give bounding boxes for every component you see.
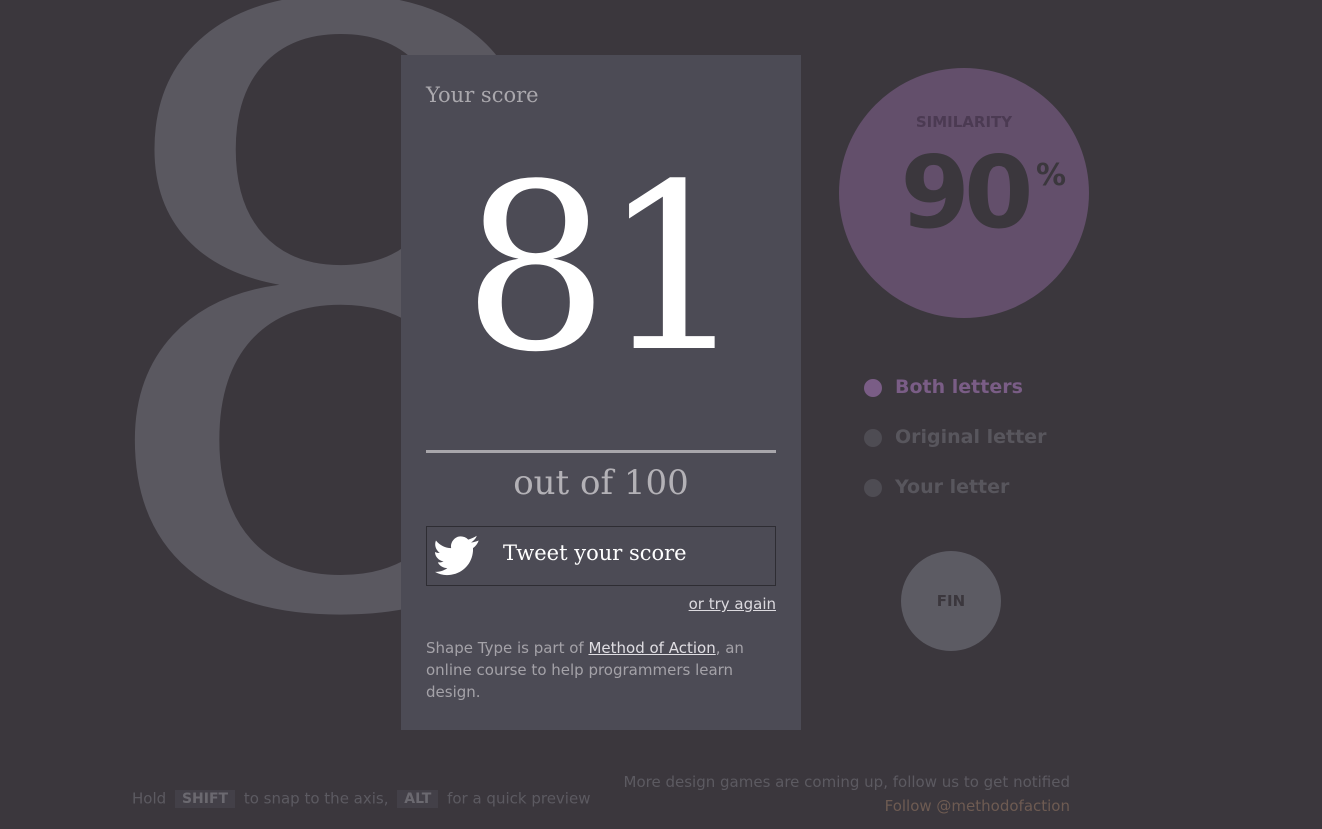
try-again-link[interactable]: or try again <box>689 595 776 613</box>
radio-unselected-icon <box>864 429 882 447</box>
tweet-button-label: Tweet your score <box>503 541 687 565</box>
keyboard-hint: Hold SHIFT to snap to the axis, ALT for … <box>132 789 590 808</box>
blurb-prefix: Shape Type is part of <box>426 639 589 657</box>
follow-notice: More design games are coming up, follow … <box>624 770 1070 818</box>
view-option-label: Your letter <box>895 476 1010 498</box>
twitter-bird-icon <box>435 535 479 576</box>
score-panel: Your score 81 out of 100 Tweet your scor… <box>401 55 801 730</box>
alt-key-badge: ALT <box>397 789 439 808</box>
method-of-action-link[interactable]: Method of Action <box>588 639 715 657</box>
similarity-badge: SIMILARITY 90 % <box>839 68 1089 318</box>
fin-button-label: FIN <box>936 592 966 610</box>
score-heading: Your score <box>426 83 539 107</box>
similarity-label: SIMILARITY <box>915 113 1013 131</box>
hint-hold-text: Hold <box>132 789 167 808</box>
fin-button[interactable]: FIN <box>901 551 1001 651</box>
shift-key-badge: SHIFT <box>174 789 236 808</box>
score-divider <box>426 450 776 453</box>
radio-selected-icon <box>864 379 882 397</box>
similarity-unit: % <box>1036 158 1067 193</box>
radio-unselected-icon <box>864 479 882 497</box>
hint-preview-text: for a quick preview <box>447 789 591 808</box>
follow-twitter-link[interactable]: Follow @methodofaction <box>624 794 1070 818</box>
view-option-label: Original letter <box>895 426 1047 448</box>
follow-notice-text: More design games are coming up, follow … <box>623 773 1070 791</box>
score-value: 81 <box>462 136 748 403</box>
course-blurb: Shape Type is part of Method of Action, … <box>426 637 776 703</box>
view-option-label: Both letters <box>895 376 1023 398</box>
tweet-score-button[interactable]: Tweet your score <box>426 526 776 586</box>
score-out-of: out of 100 <box>513 463 689 503</box>
hint-snap-text: to snap to the axis, <box>243 789 389 808</box>
